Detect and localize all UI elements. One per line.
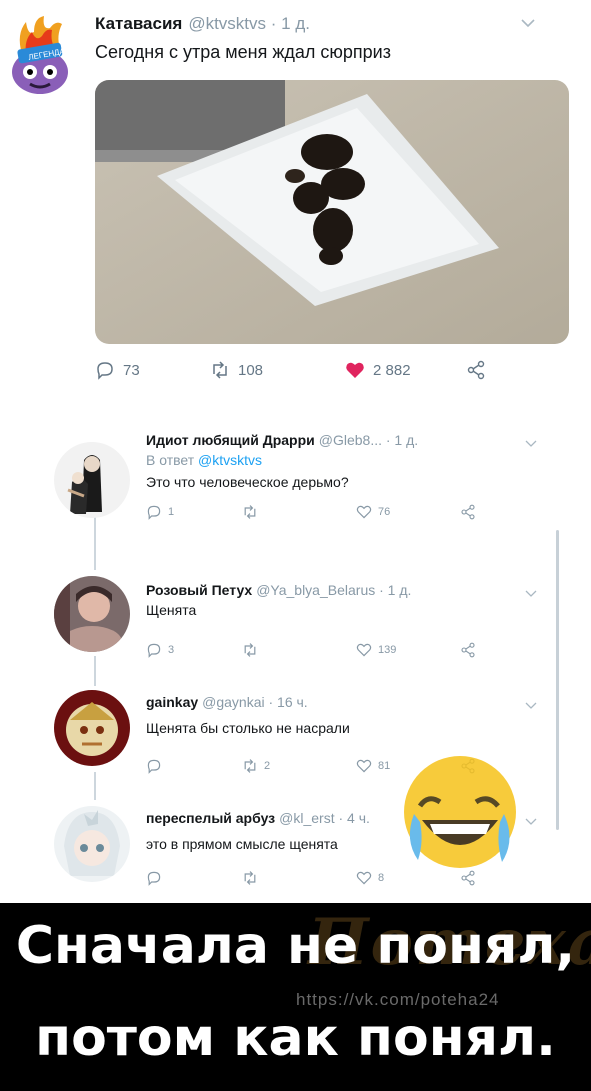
retweet-count: 2 xyxy=(264,760,271,772)
reply-meta: @Ya_blya_Belarus · 1 д. xyxy=(256,582,412,598)
reply-text: это в прямом смысле щенята xyxy=(146,836,338,852)
tweet-actions: 73 108 2 882 xyxy=(0,360,591,390)
reply-meta: @kl_erst · 4 ч. xyxy=(279,810,370,826)
like-icon xyxy=(356,759,372,773)
share-button[interactable] xyxy=(460,642,476,658)
reply-avatar[interactable] xyxy=(54,576,130,652)
chevron-down-icon[interactable] xyxy=(524,698,538,709)
reply-button[interactable] xyxy=(146,758,168,774)
tweet-text: Сегодня с утра меня ждал сюрприз xyxy=(95,42,391,62)
like-button[interactable]: 8 xyxy=(356,870,384,886)
retweet-button[interactable]: 108 xyxy=(210,360,263,380)
retweet-count: 108 xyxy=(238,361,264,379)
reply-count: 1 xyxy=(168,506,175,518)
retweet-icon xyxy=(244,759,256,773)
reply-author-name[interactable]: переспелый арбуз xyxy=(146,810,275,826)
like-button[interactable]: 76 xyxy=(356,504,390,520)
like-icon xyxy=(356,505,372,519)
reply-header: переспелый арбуз @kl_erst · 4 ч. xyxy=(146,810,370,826)
retweet-button[interactable] xyxy=(242,870,264,886)
reply-icon xyxy=(147,759,161,774)
caption-line-1: Сначала не понял, xyxy=(15,916,576,976)
author-name[interactable]: Катавасия xyxy=(95,14,182,33)
retweet-button[interactable] xyxy=(242,504,264,520)
tweet-header: Катавасия @ktvsktvs · 1 д. xyxy=(95,14,310,34)
like-count: 139 xyxy=(378,644,397,656)
tweet-photo[interactable] xyxy=(95,80,569,344)
share-button[interactable] xyxy=(460,504,476,520)
like-count: 2 882 xyxy=(373,361,411,379)
reply-icon xyxy=(97,362,113,380)
reply-author-name[interactable]: Розовый Петух xyxy=(146,582,252,598)
author-meta: @ktvsktvs · 1 д. xyxy=(188,14,310,33)
reply-header: Розовый Петух @Ya_blya_Belarus · 1 д. xyxy=(146,582,411,598)
reply-text: Щенята xyxy=(146,602,197,618)
retweet-icon xyxy=(244,871,256,885)
reply-to-prefix: В ответ xyxy=(146,452,199,468)
reply-button[interactable]: 1 xyxy=(146,504,174,520)
reply-text: Это что человеческое дерьмо? xyxy=(146,474,349,490)
reply-author-name[interactable]: gainkay xyxy=(146,694,198,710)
reply-author-name[interactable]: Идиот любящий Драрри xyxy=(146,432,315,448)
reply-header: Идиот любящий Драрри @Gleb8... · 1 д. xyxy=(146,432,418,448)
reply-icon xyxy=(147,643,161,658)
watermark-url: https://vk.com/poteha24 xyxy=(296,990,500,1009)
reply-button[interactable]: 3 xyxy=(146,642,174,658)
retweet-icon xyxy=(213,361,227,379)
retweet-button[interactable] xyxy=(242,642,264,658)
reply-header: gainkay @gaynkai · 16 ч. xyxy=(146,694,308,710)
reply-button[interactable] xyxy=(146,870,168,886)
like-icon xyxy=(346,362,364,378)
like-icon xyxy=(356,871,372,885)
reply-icon xyxy=(147,871,161,886)
chevron-down-icon[interactable] xyxy=(524,436,538,447)
reply-count: 3 xyxy=(168,644,175,656)
retweet-button[interactable]: 2 xyxy=(242,758,270,774)
share-button[interactable] xyxy=(466,360,486,380)
reply-meta: @Gleb8... · 1 д. xyxy=(318,432,419,448)
reply-count: 73 xyxy=(123,361,140,379)
share-icon xyxy=(461,504,475,520)
reply-button[interactable]: 73 xyxy=(95,360,140,380)
reply-text: Щенята бы столько не насрали xyxy=(146,720,350,736)
laughing-emoji-icon xyxy=(398,750,528,890)
retweet-icon xyxy=(244,505,256,519)
reply-to-line: В ответ @ktvsktvs xyxy=(146,452,262,468)
share-icon xyxy=(461,642,475,658)
like-button[interactable]: 139 xyxy=(356,642,396,658)
main-tweet: ЛЕГЕНДА Катавасия @ktvsktvs · 1 д. Сегодн… xyxy=(0,0,591,395)
like-count: 81 xyxy=(378,760,391,772)
share-icon xyxy=(467,360,485,380)
reply-icon xyxy=(147,505,161,520)
reply-meta: @gaynkai · 16 ч. xyxy=(202,694,308,710)
reply-to-handle[interactable]: @ktvsktvs xyxy=(198,452,262,468)
reply-actions: 1 76 xyxy=(0,504,591,524)
author-avatar[interactable]: ЛЕГЕНДА xyxy=(4,14,74,98)
like-icon xyxy=(356,643,372,657)
reply-actions: 3 139 xyxy=(0,642,591,662)
like-count: 8 xyxy=(378,872,385,884)
retweet-icon xyxy=(244,643,256,657)
caption-line-2: потом как понял. xyxy=(35,1008,556,1068)
chevron-down-icon[interactable] xyxy=(520,16,536,30)
like-button[interactable]: 2 882 xyxy=(345,360,411,380)
like-button[interactable]: 81 xyxy=(356,758,390,774)
chevron-down-icon[interactable] xyxy=(524,586,538,597)
reply-avatar[interactable] xyxy=(54,690,130,766)
scrollbar[interactable] xyxy=(556,530,559,830)
like-count: 76 xyxy=(378,506,391,518)
